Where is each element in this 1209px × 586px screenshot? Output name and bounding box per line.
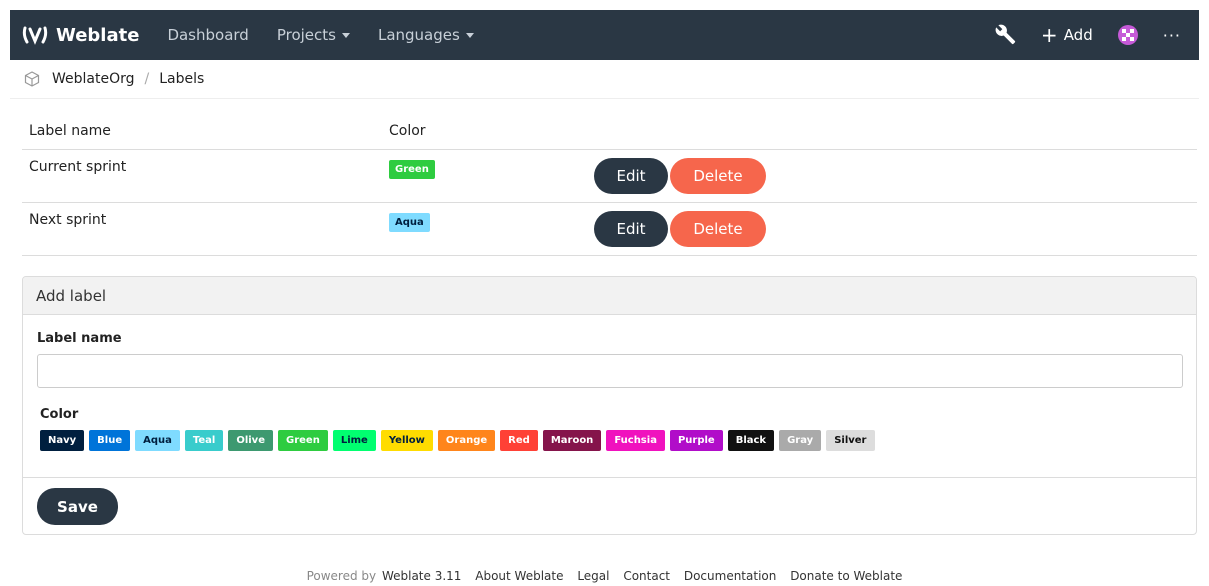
row-color-cell: Aqua (389, 203, 594, 232)
color-option-olive[interactable]: Olive (228, 430, 273, 451)
add-label-panel: Add label Label name Color Navy Blue Aqua T… (22, 276, 1197, 535)
powered-by-text: Powered by (306, 569, 377, 583)
add-menu[interactable]: + Add (1041, 25, 1093, 45)
color-option-lime[interactable]: Lime (332, 430, 376, 451)
labels-table: Label name Color Current sprint Green Ed… (22, 112, 1197, 256)
brand-link[interactable]: Weblate (22, 25, 139, 46)
add-label-text: Add (1063, 26, 1093, 44)
footer-legal-link[interactable]: Legal (577, 569, 609, 583)
nav-dashboard[interactable]: Dashboard (167, 26, 248, 44)
caret-down-icon (341, 32, 350, 38)
color-option-navy[interactable]: Navy (40, 430, 85, 451)
color-option-aqua[interactable]: Aqua (135, 430, 180, 451)
footer-version-link[interactable]: Weblate 3.11 (382, 569, 461, 583)
page-footer: Powered by Weblate 3.11 About Weblate Le… (0, 569, 1209, 583)
panel-heading: Add label (23, 277, 1196, 315)
color-option-blue[interactable]: Blue (89, 430, 131, 451)
weblate-logo-icon (22, 26, 48, 45)
delete-button[interactable]: Delete (670, 158, 766, 194)
table-row: Next sprint Aqua Edit Delete (22, 203, 1197, 256)
color-option-orange[interactable]: Orange (437, 430, 496, 451)
table-header: Label name Color (22, 112, 1197, 150)
avatar-icon[interactable] (1116, 24, 1139, 46)
breadcrumb-divider (10, 98, 1199, 99)
edit-button[interactable]: Edit (594, 158, 668, 194)
label-name-input[interactable] (37, 354, 1183, 388)
brand-name: Weblate (56, 24, 140, 46)
color-tag: Aqua (389, 213, 430, 232)
top-navbar: Weblate Dashboard Projects Languages + A… (10, 10, 1199, 60)
label-name-field-label: Label name (37, 331, 122, 346)
header-label-name: Label name (29, 122, 111, 139)
color-option-gray[interactable]: Gray (779, 430, 822, 451)
panel-footer: Save (23, 477, 1196, 534)
breadcrumb-current[interactable]: Labels (159, 71, 204, 87)
nav-right-group: + Add ··· (971, 24, 1199, 46)
color-option-maroon[interactable]: Maroon (542, 430, 602, 451)
nav-dashboard-label: Dashboard (167, 26, 249, 44)
footer-donate-link[interactable]: Donate to Weblate (790, 569, 902, 583)
row-label-name: Current sprint (29, 159, 127, 175)
row-actions: Edit Delete (594, 203, 766, 247)
row-label-name: Next sprint (29, 212, 107, 228)
delete-button[interactable]: Delete (670, 211, 766, 247)
color-option-teal[interactable]: Teal (184, 430, 224, 451)
color-option-fuchsia[interactable]: Fuchsia (606, 430, 665, 451)
plus-icon: + (1040, 23, 1058, 47)
breadcrumb-separator: / (144, 71, 150, 87)
caret-down-icon (465, 32, 474, 38)
color-option-black[interactable]: Black (727, 430, 775, 451)
nav-projects-dropdown[interactable]: Projects (277, 26, 350, 44)
table-row: Current sprint Green Edit Delete (22, 150, 1197, 203)
row-actions: Edit Delete (594, 150, 766, 194)
breadcrumb: WeblateOrg / Labels (24, 68, 204, 90)
color-picker: Navy Blue Aqua Teal Olive Green Lime Yellow Oran… (40, 430, 880, 451)
color-option-yellow[interactable]: Yellow (380, 430, 433, 451)
row-color-cell: Green (389, 150, 594, 179)
more-menu-icon[interactable]: ··· (1163, 26, 1181, 45)
color-option-purple[interactable]: Purple (669, 430, 723, 451)
header-color: Color (389, 122, 426, 139)
footer-documentation-link[interactable]: Documentation (684, 569, 777, 583)
color-option-green[interactable]: Green (278, 430, 328, 451)
save-button[interactable]: Save (37, 488, 118, 525)
footer-about-link[interactable]: About Weblate (475, 569, 563, 583)
color-option-red[interactable]: Red (500, 430, 538, 451)
footer-contact-link[interactable]: Contact (623, 569, 670, 583)
color-field-label: Color (40, 407, 79, 422)
add-label-form: Label name Color Navy Blue Aqua Teal Olive Gr… (23, 315, 1196, 477)
nav-languages-dropdown[interactable]: Languages (378, 26, 474, 44)
nav-projects-label: Projects (276, 26, 336, 44)
breadcrumb-org-link[interactable]: WeblateOrg (52, 71, 135, 87)
nav-languages-label: Languages (377, 26, 460, 44)
edit-button[interactable]: Edit (594, 211, 668, 247)
cube-icon (24, 71, 40, 87)
color-option-silver[interactable]: Silver (826, 430, 875, 451)
color-tag: Green (389, 160, 435, 179)
wrench-icon[interactable] (995, 24, 1017, 46)
